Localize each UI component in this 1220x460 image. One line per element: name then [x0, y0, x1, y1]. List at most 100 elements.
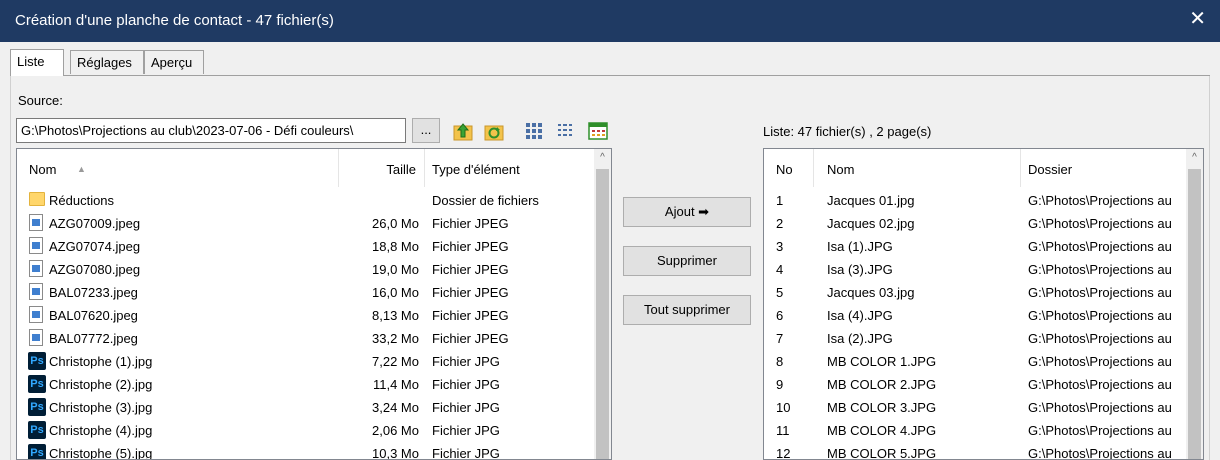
list-item[interactable]: 11 MB COLOR 4.JPG G:\Photos\Projections au — [764, 419, 1187, 442]
item-folder: G:\Photos\Projections au — [1028, 239, 1172, 254]
right-list-scrollbar[interactable]: ^ — [1186, 149, 1203, 459]
list-view-icon[interactable] — [555, 120, 577, 142]
refresh-icon[interactable] — [483, 120, 505, 142]
jpeg-file-icon — [29, 329, 43, 346]
column-header-nom[interactable]: Nom — [814, 149, 1021, 187]
file-type: Fichier JPEG — [432, 285, 509, 300]
tab-divider — [10, 75, 1210, 76]
file-size: 18,8 Mo — [372, 239, 419, 254]
details-view-icon[interactable] — [587, 120, 609, 142]
source-path-input[interactable] — [16, 118, 406, 143]
file-size: 2,06 Mo — [372, 423, 419, 438]
tab-reglages[interactable]: Réglages — [70, 50, 144, 74]
item-folder: G:\Photos\Projections au — [1028, 423, 1172, 438]
file-name: BAL07620.jpeg — [49, 308, 138, 323]
list-item[interactable]: 6 Isa (4).JPG G:\Photos\Projections au — [764, 304, 1187, 327]
list-item[interactable]: AZG07074.jpeg 18,8 Mo Fichier JPEG — [17, 235, 595, 258]
item-number: 9 — [776, 377, 784, 392]
item-name: MB COLOR 4.JPG — [827, 423, 937, 438]
file-type: Fichier JPG — [432, 354, 500, 369]
item-name: MB COLOR 2.JPG — [827, 377, 937, 392]
column-header-label: Nom — [29, 162, 57, 177]
list-item[interactable]: AZG07009.jpeg 26,0 Mo Fichier JPEG — [17, 212, 595, 235]
list-item[interactable]: 4 Isa (3).JPG G:\Photos\Projections au — [764, 258, 1187, 281]
column-header-taille[interactable]: Taille — [339, 149, 425, 187]
list-item[interactable]: 8 MB COLOR 1.JPG G:\Photos\Projections au — [764, 350, 1187, 373]
item-folder: G:\Photos\Projections au — [1028, 285, 1172, 300]
list-item[interactable]: Ps Christophe (3).jpg 3,24 Mo Fichier JPG — [17, 396, 595, 419]
list-item[interactable]: Ps Christophe (1).jpg 7,22 Mo Fichier JPG — [17, 350, 595, 373]
column-header-label: Dossier — [1028, 162, 1073, 177]
scroll-thumb[interactable] — [596, 169, 609, 459]
file-name: AZG07080.jpeg — [49, 262, 141, 277]
column-header-label: Nom — [827, 162, 855, 177]
file-type: Dossier de fichiers — [432, 193, 539, 208]
tab-apercu[interactable]: Aperçu — [144, 50, 204, 74]
list-item[interactable]: BAL07772.jpeg 33,2 Mo Fichier JPEG — [17, 327, 595, 350]
column-header-type[interactable]: Type d'élément — [425, 149, 595, 187]
source-file-list[interactable]: Nom ▲ Taille Type d'élément Réductions Do… — [16, 148, 612, 460]
list-item[interactable]: Ps Christophe (4).jpg 2,06 Mo Fichier JPG — [17, 419, 595, 442]
file-size: 26,0 Mo — [372, 216, 419, 231]
left-list-scrollbar[interactable]: ^ — [594, 149, 611, 459]
sort-ascending-icon: ▲ — [77, 164, 86, 174]
browse-button[interactable]: ... — [412, 118, 440, 143]
add-button[interactable]: Ajout ➡ — [623, 197, 751, 227]
list-item[interactable]: 12 MB COLOR 5.JPG G:\Photos\Projections au — [764, 442, 1187, 459]
list-item[interactable]: 3 Isa (1).JPG G:\Photos\Projections au — [764, 235, 1187, 258]
item-name: Jacques 03.jpg — [827, 285, 915, 300]
item-number: 2 — [776, 216, 784, 231]
list-item[interactable]: Réductions Dossier de fichiers — [17, 189, 595, 212]
list-item[interactable]: AZG07080.jpeg 19,0 Mo Fichier JPEG — [17, 258, 595, 281]
file-size: 11,4 Mo — [372, 377, 419, 392]
scroll-thumb[interactable] — [1188, 169, 1201, 459]
item-folder: G:\Photos\Projections au — [1028, 308, 1172, 323]
list-item[interactable]: 1 Jacques 01.jpg G:\Photos\Projections au — [764, 189, 1187, 212]
column-header-label: Taille — [386, 162, 416, 177]
photoshop-file-icon: Ps — [28, 375, 46, 393]
scroll-up-icon[interactable]: ^ — [594, 149, 611, 167]
photoshop-file-icon: Ps — [28, 352, 46, 370]
file-name: Christophe (3).jpg — [49, 400, 153, 415]
file-name: BAL07233.jpeg — [49, 285, 138, 300]
file-name: Christophe (5).jpg — [49, 446, 153, 460]
file-type: Fichier JPG — [432, 400, 500, 415]
column-header-label: No — [776, 162, 793, 177]
list-item[interactable]: 10 MB COLOR 3.JPG G:\Photos\Projections au — [764, 396, 1187, 419]
list-item[interactable]: 2 Jacques 02.jpg G:\Photos\Projections au — [764, 212, 1187, 235]
contact-sheet-list[interactable]: No Nom Dossier 1 Jacques 01.jpg G:\Photos\… — [763, 148, 1204, 460]
jpeg-file-icon — [29, 306, 43, 323]
item-number: 6 — [776, 308, 784, 323]
column-header-nom[interactable]: Nom ▲ — [17, 149, 339, 187]
list-item[interactable]: Ps Christophe (2).jpg 11,4 Mo Fichier JPG — [17, 373, 595, 396]
file-type: Fichier JPG — [432, 377, 500, 392]
remove-button[interactable]: Supprimer — [623, 246, 751, 276]
list-item[interactable]: BAL07620.jpeg 8,13 Mo Fichier JPEG — [17, 304, 595, 327]
tab-liste[interactable]: Liste — [10, 49, 64, 76]
item-folder: G:\Photos\Projections au — [1028, 354, 1172, 369]
item-folder: G:\Photos\Projections au — [1028, 331, 1172, 346]
close-icon[interactable]: ✕ — [1189, 9, 1206, 29]
folder-up-icon[interactable] — [452, 120, 474, 142]
item-name: MB COLOR 1.JPG — [827, 354, 937, 369]
list-item[interactable]: Ps Christophe (5).jpg 10,3 Mo Fichier JPG — [17, 442, 595, 460]
remove-all-button[interactable]: Tout supprimer — [623, 295, 751, 325]
jpeg-file-icon — [29, 237, 43, 254]
jpeg-file-icon — [29, 260, 43, 277]
column-header-dossier[interactable]: Dossier — [1021, 149, 1187, 187]
item-number: 11 — [776, 423, 790, 438]
file-size: 19,0 Mo — [372, 262, 419, 277]
title-bar: Création d'une planche de contact - 47 f… — [0, 0, 1220, 42]
column-header-no[interactable]: No — [764, 149, 814, 187]
file-size: 3,24 Mo — [372, 400, 419, 415]
item-number: 8 — [776, 354, 784, 369]
list-item[interactable]: 9 MB COLOR 2.JPG G:\Photos\Projections au — [764, 373, 1187, 396]
thumbnails-view-icon[interactable] — [523, 120, 545, 142]
item-folder: G:\Photos\Projections au — [1028, 262, 1172, 277]
file-name: AZG07009.jpeg — [49, 216, 141, 231]
scroll-up-icon[interactable]: ^ — [1186, 149, 1203, 167]
list-item[interactable]: BAL07233.jpeg 16,0 Mo Fichier JPEG — [17, 281, 595, 304]
list-item[interactable]: 7 Isa (2).JPG G:\Photos\Projections au — [764, 327, 1187, 350]
file-size: 33,2 Mo — [372, 331, 419, 346]
list-item[interactable]: 5 Jacques 03.jpg G:\Photos\Projections au — [764, 281, 1187, 304]
